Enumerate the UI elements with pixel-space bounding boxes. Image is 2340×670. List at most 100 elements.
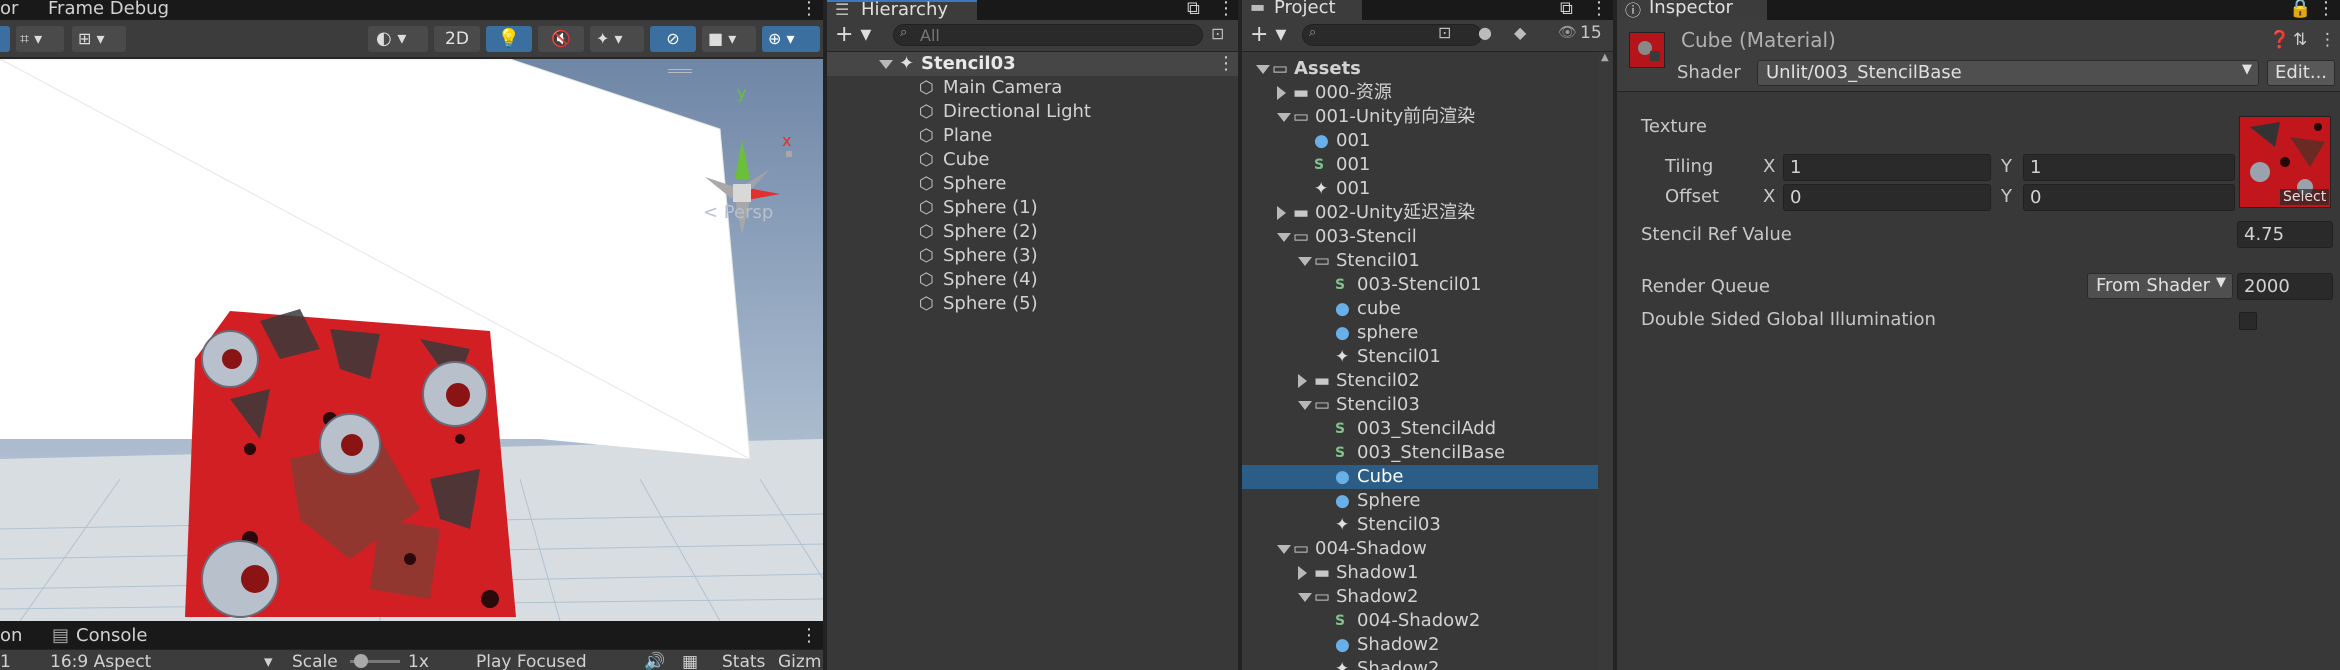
audio-toggle-button[interactable]: 🔇 (538, 26, 584, 52)
project-item[interactable]: ● Shadow2 (1242, 633, 1598, 657)
kebab-menu-icon[interactable]: ⋮ (800, 627, 818, 647)
camera-settings-button[interactable]: ■ ▾ (702, 26, 756, 52)
hierarchy-item[interactable]: ⬡ Cube (827, 148, 1238, 172)
expand-arrow-icon[interactable] (1256, 65, 1270, 74)
scroll-up-arrow-icon[interactable]: ▲ (1601, 52, 1609, 63)
lock-icon[interactable]: 🔒 (2289, 0, 2311, 20)
hierarchy-item[interactable]: ⬡ Sphere (1) (827, 196, 1238, 220)
project-item[interactable]: ▭ Stencil01 (1242, 249, 1598, 273)
project-item[interactable]: ● sphere (1242, 321, 1598, 345)
scene-visibility-button[interactable]: ⊘ (650, 26, 696, 52)
project-item[interactable]: S 004-Shadow2 (1242, 609, 1598, 633)
toggle-2d-button[interactable]: 2D (434, 26, 480, 52)
collapse-arrow-icon[interactable] (1298, 374, 1307, 388)
project-search-input[interactable]: ⌕ (1302, 24, 1482, 46)
increment-snap-button[interactable]: ⊞ ▾ (72, 26, 126, 52)
lighting-toggle-button[interactable]: 💡 (486, 26, 532, 52)
search-by-type-icon[interactable]: ⊡ (1438, 23, 1451, 42)
collapse-arrow-icon[interactable] (1298, 566, 1307, 580)
kebab-menu-icon[interactable]: ⋮ (1217, 52, 1235, 76)
hierarchy-item[interactable]: ⬡ Main Camera (827, 76, 1238, 100)
hidden-packages-icon[interactable]: 👁 (1558, 23, 1577, 41)
tab-game-partial[interactable]: on (0, 627, 22, 647)
help-icon[interactable]: ❓ (2269, 30, 2290, 50)
hierarchy-search-input[interactable]: ⌕ All (893, 24, 1203, 46)
display-dropdown[interactable]: 1 (0, 650, 11, 670)
project-item[interactable]: S 003_StencilAdd (1242, 417, 1598, 441)
project-item[interactable]: ▭ 003-Stencil (1242, 225, 1598, 249)
project-item[interactable]: ▭ Assets (1242, 57, 1598, 81)
hierarchy-item[interactable]: ⬡ Sphere (5) (827, 292, 1238, 316)
render-queue-mode-dropdown[interactable]: From Shader ▼ (2087, 273, 2233, 299)
hierarchy-item[interactable]: ⬡ Directional Light (827, 100, 1238, 124)
expand-arrow-icon[interactable] (1277, 233, 1291, 242)
mute-audio-icon[interactable]: 🔊 (644, 650, 665, 670)
project-tab[interactable]: ▬ Project (1242, 0, 1362, 20)
render-queue-field[interactable]: 2000 (2237, 273, 2333, 300)
scene-viewport[interactable]: y x < Persp (0, 59, 823, 621)
expand-arrow-icon[interactable] (879, 60, 893, 69)
project-item[interactable]: ● cube (1242, 297, 1598, 321)
kebab-menu-icon[interactable]: ⋮ (800, 0, 818, 20)
hierarchy-item[interactable]: ⬡ Plane (827, 124, 1238, 148)
project-item[interactable]: ✦ Stencil03 (1242, 513, 1598, 537)
kebab-menu-icon[interactable]: ⋮ (2319, 30, 2336, 50)
gizmos-button[interactable]: ⊕ ▾ (762, 26, 820, 52)
vsync-icon[interactable]: ▦ (682, 650, 698, 670)
hierarchy-item[interactable]: ⬡ Sphere (4) (827, 268, 1238, 292)
tiling-x-field[interactable]: 1 (1783, 154, 1991, 181)
texture-select-label[interactable]: Select (2280, 189, 2330, 205)
project-item[interactable]: S 003_StencilBase (1242, 441, 1598, 465)
inspector-tab[interactable]: ⓘ Inspector (1617, 0, 1767, 20)
project-item[interactable]: ▬ Stencil02 (1242, 369, 1598, 393)
project-scrollbar[interactable]: ▲ (1599, 52, 1613, 670)
project-item[interactable]: ✦ Stencil01 (1242, 345, 1598, 369)
tiling-y-field[interactable]: 1 (2023, 154, 2235, 181)
kebab-menu-icon[interactable]: ⋮ (2317, 0, 2335, 20)
kebab-menu-icon[interactable]: ⋮ (1590, 0, 1608, 20)
grid-snap-button[interactable]: ⌗ ▾ (16, 26, 64, 52)
offset-x-field[interactable]: 0 (1783, 184, 1991, 211)
project-item[interactable]: S 001 (1242, 153, 1598, 177)
kebab-menu-icon[interactable]: ⋮ (1217, 0, 1235, 20)
project-item[interactable]: ▭ Shadow2 (1242, 585, 1598, 609)
search-options-icon[interactable]: ⊡ (1211, 24, 1224, 43)
tool-dropdown-button[interactable] (0, 26, 10, 52)
hierarchy-item[interactable]: ⬡ Sphere (3) (827, 244, 1238, 268)
maximize-icon[interactable]: ⧉ (1187, 0, 1200, 20)
project-item[interactable]: ✦ Shadow2 (1242, 657, 1598, 670)
tab-scene-partial[interactable]: or (0, 0, 18, 20)
collapse-arrow-icon[interactable] (1277, 206, 1286, 220)
hierarchy-item[interactable]: ⬡ Sphere (827, 172, 1238, 196)
stencil-ref-field[interactable]: 4.75 (2237, 221, 2333, 248)
edit-shader-button[interactable]: Edit... (2267, 60, 2335, 86)
stats-button[interactable]: Stats (722, 650, 765, 670)
project-item[interactable]: ▬ 000-资源 (1242, 81, 1598, 105)
project-item[interactable]: ▬ 002-Unity延迟渲染 (1242, 201, 1598, 225)
double-sided-gi-checkbox[interactable] (2239, 312, 2257, 330)
maximize-icon[interactable]: ⧉ (1560, 0, 1573, 20)
scale-slider-thumb[interactable] (354, 654, 368, 668)
create-add-button[interactable]: + ▾ (1250, 22, 1286, 47)
project-item[interactable]: ● Sphere (1242, 489, 1598, 513)
project-item[interactable]: ✦ 001 (1242, 177, 1598, 201)
project-item[interactable]: ● 001 (1242, 129, 1598, 153)
aspect-dropdown[interactable]: 16:9 Aspect (50, 650, 151, 670)
shader-dropdown[interactable]: Unlit/003_StencilBase ▼ (1757, 60, 2259, 86)
project-item[interactable]: ● Cube (1242, 465, 1598, 489)
draw-mode-button[interactable]: ◐ ▾ (368, 26, 428, 52)
project-item[interactable]: S 003-Stencil01 (1242, 273, 1598, 297)
filter-label-icon[interactable]: ◆ (1514, 23, 1526, 42)
persp-label[interactable]: < Persp (703, 202, 773, 223)
project-item[interactable]: ▭ 004-Shadow (1242, 537, 1598, 561)
play-mode-dropdown[interactable]: Play Focused (476, 650, 587, 670)
expand-arrow-icon[interactable] (1298, 257, 1312, 266)
expand-arrow-icon[interactable] (1277, 545, 1291, 554)
tab-console[interactable]: Console (76, 627, 147, 647)
collapse-arrow-icon[interactable] (1277, 86, 1286, 100)
project-item[interactable]: ▭ 001-Unity前向渲染 (1242, 105, 1598, 129)
create-add-button[interactable]: + ▾ (835, 22, 871, 47)
gizmos-button-game[interactable]: Gizm (778, 650, 821, 670)
offset-y-field[interactable]: 0 (2023, 184, 2235, 211)
expand-arrow-icon[interactable] (1298, 401, 1312, 410)
